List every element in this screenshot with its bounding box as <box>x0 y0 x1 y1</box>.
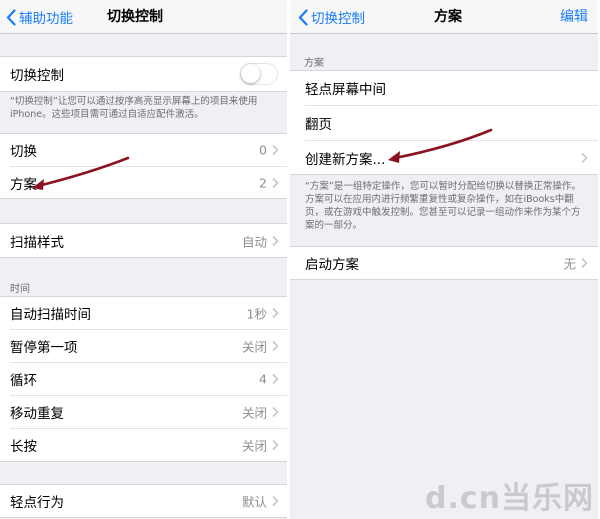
tap-behavior-value: 默认 <box>241 494 267 510</box>
chevron-right-icon <box>272 235 279 246</box>
timing-section-header: 时间 <box>10 284 30 295</box>
recipe-label: 轻点屏幕中间 <box>305 82 386 98</box>
tap-behavior-group: 轻点行为 默认 <box>0 484 287 518</box>
back-label: 辅助功能 <box>19 11 73 27</box>
tap-behavior-row[interactable]: 轻点行为 默认 <box>0 485 287 517</box>
page-title: 切换控制 <box>107 9 163 25</box>
navigation-bar: 辅助功能 切换控制 <box>0 0 287 34</box>
chevron-right-icon <box>272 495 279 507</box>
page-title: 方案 <box>434 9 462 25</box>
chevron-right-icon <box>272 406 279 418</box>
chevron-left-icon <box>298 8 308 26</box>
back-button[interactable]: 辅助功能 <box>6 0 73 34</box>
recipes-label: 方案 <box>10 177 37 193</box>
chevron-right-icon <box>272 144 279 156</box>
chevron-left-icon <box>6 8 16 26</box>
auto-scan-time-value: 1秒 <box>246 306 267 322</box>
switches-label: 切换 <box>10 144 37 160</box>
long-press-row[interactable]: 长按 关闭 <box>0 429 287 461</box>
launch-recipe-value: 无 <box>563 256 576 272</box>
recipe-item[interactable]: 翻页 <box>290 106 598 140</box>
recipe-label: 翻页 <box>305 117 332 133</box>
chevron-right-icon <box>272 439 279 451</box>
auto-scan-time-label: 自动扫描时间 <box>10 307 91 323</box>
timing-group: 自动扫描时间 1秒 暂停第一项 关闭 循环 4 移动重复 关闭 长按 关闭 <box>0 296 287 462</box>
scanning-style-value: 自动 <box>241 234 267 249</box>
switches-row[interactable]: 切换 0 <box>0 134 287 166</box>
back-button[interactable]: 切换控制 <box>298 0 365 34</box>
switch-control-footnote: “切换控制”让您可以通过按序高亮显示屏幕上的项目来使用iPhone。这些项目需可… <box>10 96 258 120</box>
pause-on-first-item-value: 关闭 <box>241 339 267 355</box>
scanning-style-row[interactable]: 扫描样式 自动 <box>0 224 287 257</box>
launch-recipe-group: 启动方案 无 <box>290 246 598 280</box>
switch-control-row: 切换控制 <box>0 57 287 91</box>
chevron-right-icon <box>272 340 279 352</box>
navigation-bar: 切换控制 方案 编辑 <box>290 0 598 34</box>
loops-label: 循环 <box>10 373 37 389</box>
switch-control-toggle[interactable] <box>240 63 278 85</box>
scanning-style-group: 扫描样式 自动 <box>0 223 287 258</box>
create-new-recipe-row[interactable]: 创建新方案... <box>290 141 598 174</box>
toggle-group: 切换控制 <box>0 56 287 92</box>
chevron-right-icon <box>272 177 279 189</box>
recipes-footnote: “方案”是一组特定操作，您可以暂时分配给切换以替换正常操作。方案可以在应用内进行… <box>305 181 581 231</box>
toggle-knob <box>241 64 260 83</box>
move-repeat-value: 关闭 <box>241 405 267 421</box>
pause-on-first-item-row[interactable]: 暂停第一项 关闭 <box>0 330 287 362</box>
switches-group: 切换 0 方案 2 <box>0 133 287 199</box>
loops-value: 4 <box>259 371 267 387</box>
switch-control-screen: 辅助功能 切换控制 切换控制 “切换控制”让您可以通过按序高亮显示屏幕上的项目来… <box>0 0 287 519</box>
move-repeat-row[interactable]: 移动重复 关闭 <box>0 396 287 428</box>
edit-button[interactable]: 编辑 <box>560 0 588 34</box>
auto-scan-time-row[interactable]: 自动扫描时间 1秒 <box>0 297 287 329</box>
back-label: 切换控制 <box>311 11 365 27</box>
recipes-section-header: 方案 <box>304 58 324 69</box>
long-press-value: 关闭 <box>241 438 267 454</box>
launch-recipe-label: 启动方案 <box>305 257 359 273</box>
recipes-screen: 切换控制 方案 编辑 方案 轻点屏幕中间 翻页 创建新方案... “方案”是一组… <box>290 0 598 519</box>
recipes-value: 2 <box>259 175 267 191</box>
watermark-logo: d.cn当乐网 <box>424 481 594 516</box>
switches-value: 0 <box>259 142 267 158</box>
long-press-label: 长按 <box>10 439 37 455</box>
chevron-right-icon <box>272 373 279 385</box>
recipe-item[interactable]: 轻点屏幕中间 <box>290 71 598 105</box>
switch-control-label: 切换控制 <box>10 68 64 84</box>
create-new-recipe-label: 创建新方案... <box>305 151 386 168</box>
chevron-right-icon <box>272 307 279 319</box>
launch-recipe-row[interactable]: 启动方案 无 <box>290 247 598 279</box>
chevron-right-icon <box>581 257 588 269</box>
chevron-right-icon <box>581 152 588 163</box>
pause-on-first-item-label: 暂停第一项 <box>10 340 78 356</box>
recipes-row[interactable]: 方案 2 <box>0 167 287 199</box>
tap-behavior-label: 轻点行为 <box>10 495 64 511</box>
move-repeat-label: 移动重复 <box>10 406 64 422</box>
recipes-group: 轻点屏幕中间 翻页 创建新方案... <box>290 70 598 175</box>
loops-row[interactable]: 循环 4 <box>0 363 287 395</box>
scanning-style-label: 扫描样式 <box>10 234 64 251</box>
